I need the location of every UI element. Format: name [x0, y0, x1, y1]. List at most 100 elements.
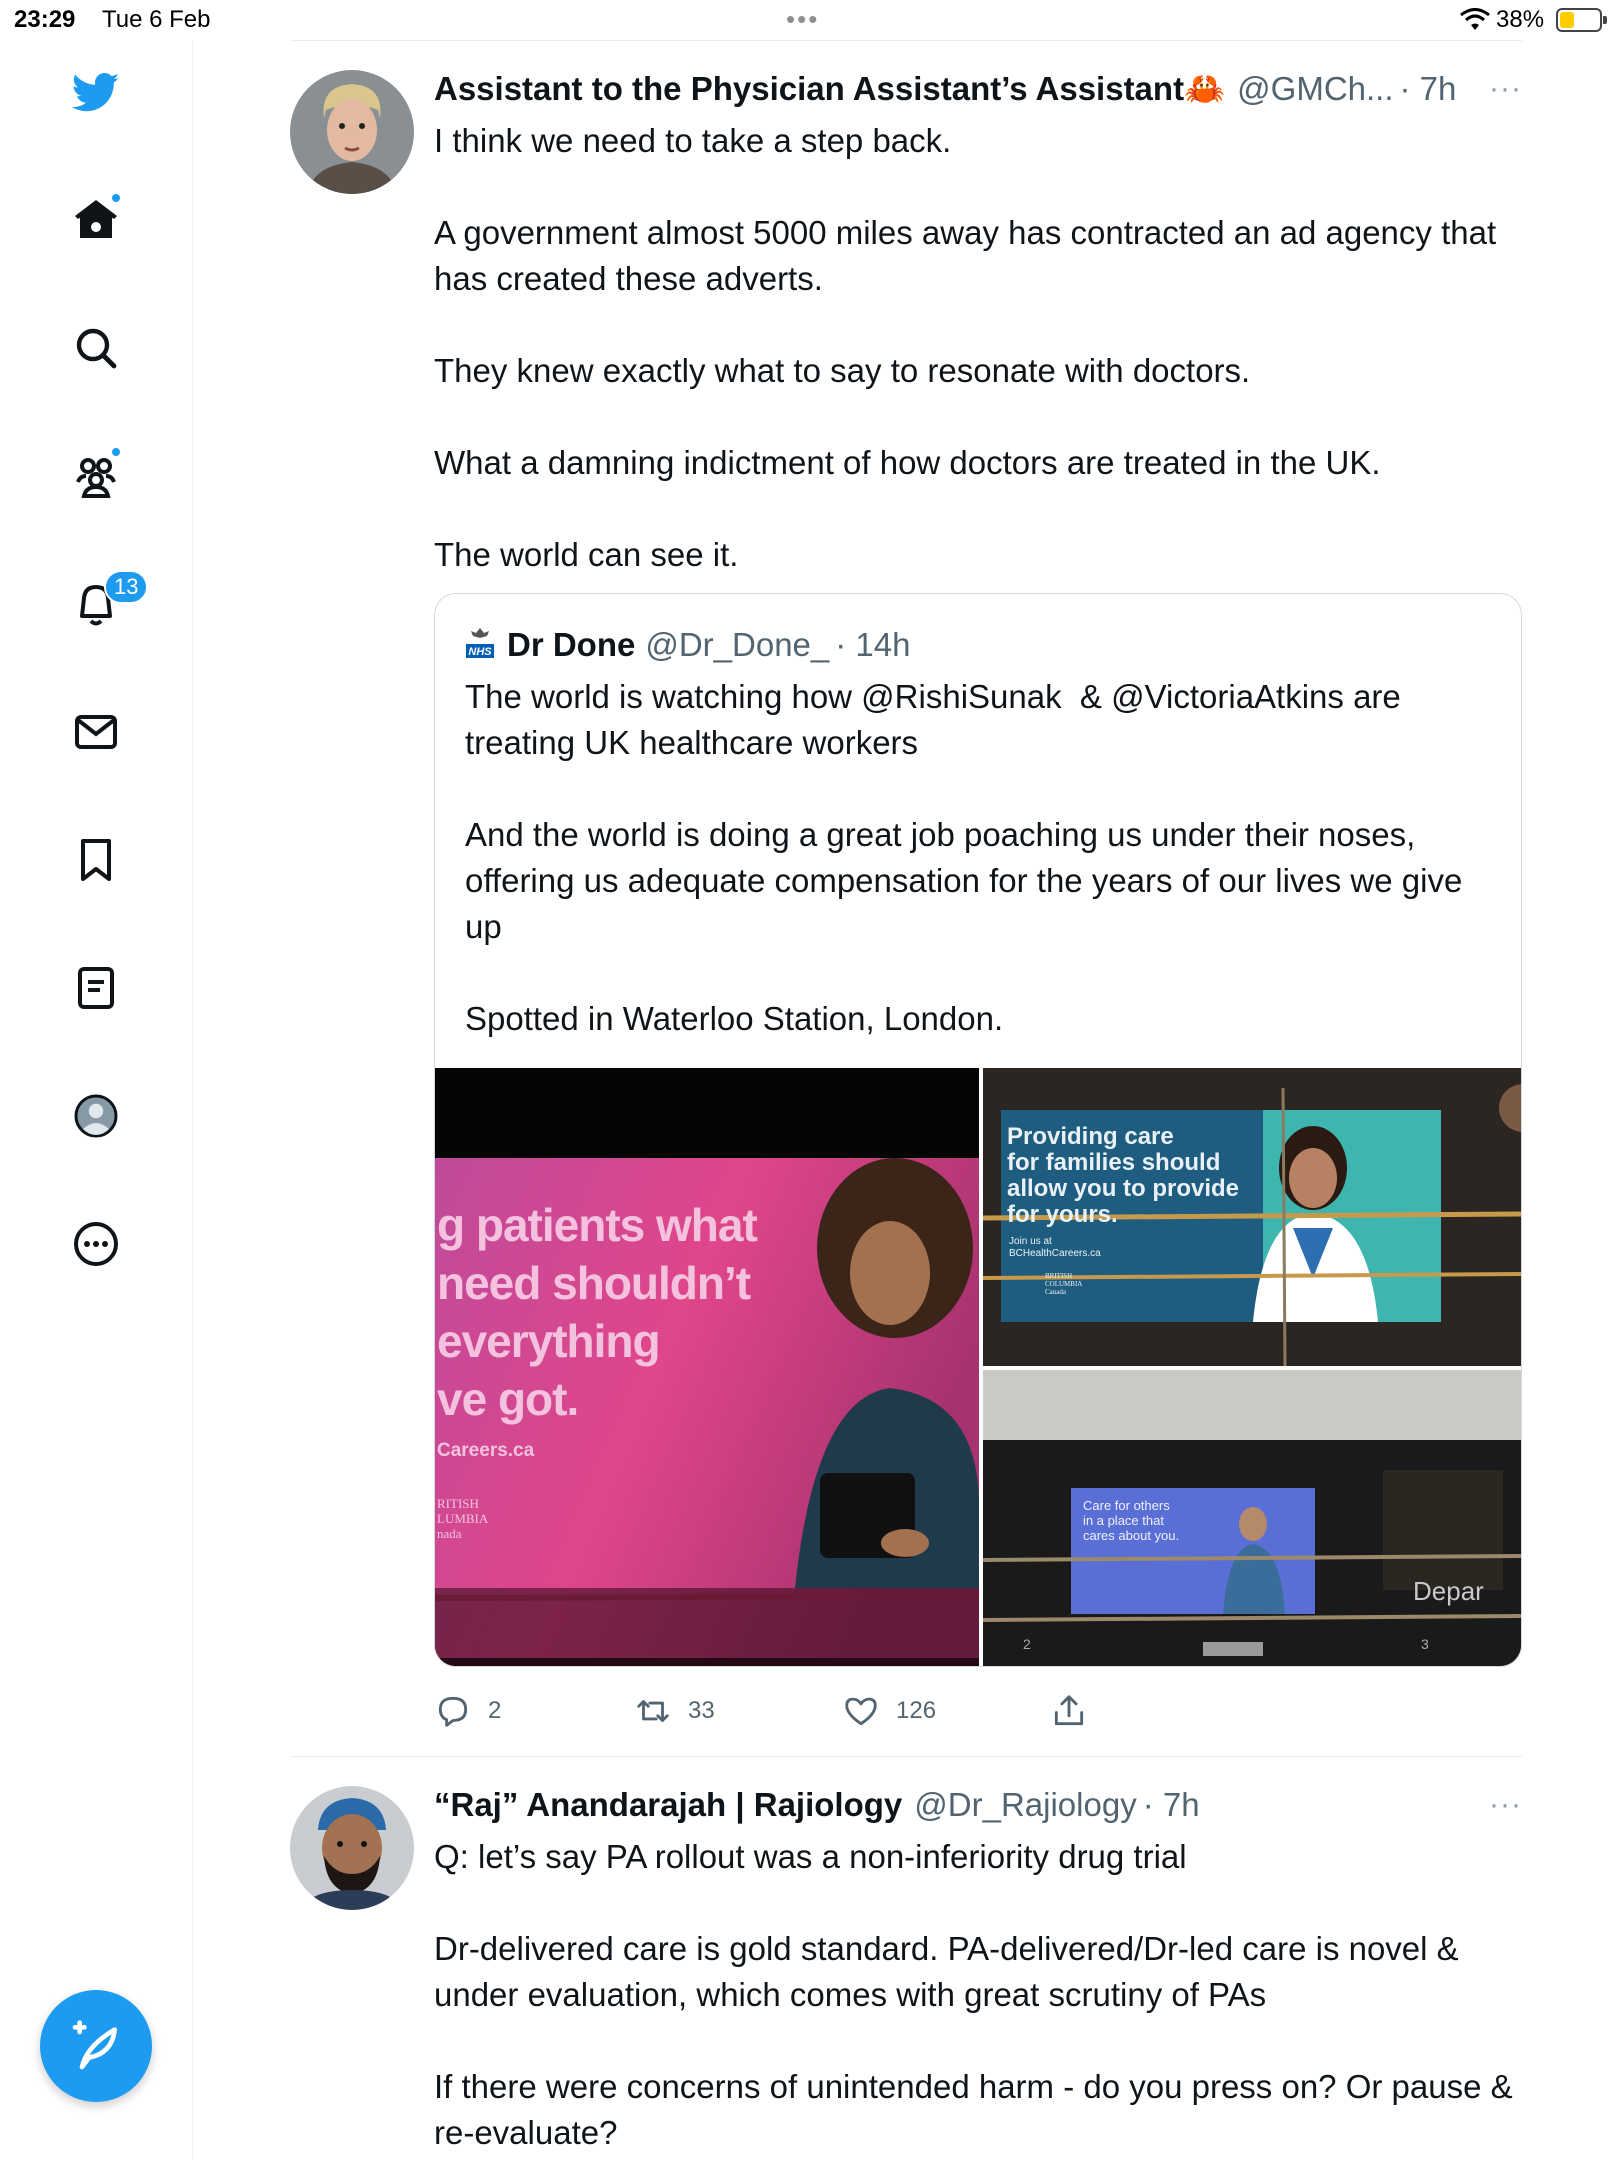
- retweet-icon: [637, 1700, 669, 1722]
- like-button[interactable]: 126: [842, 1692, 936, 1730]
- advert-3-slogan: Care for others in a place that cares ab…: [1083, 1498, 1179, 1543]
- advert-1-line: ve got.: [437, 1373, 579, 1425]
- reply-icon: [438, 1696, 468, 1727]
- compose-feather-icon: [72, 2020, 117, 2070]
- reply-button[interactable]: 2: [434, 1692, 501, 1730]
- tweet-content: Assistant to the Physician Assistant’s A…: [434, 70, 1522, 578]
- advert-2-line: Providing care: [1007, 1123, 1174, 1150]
- nav-bookmarks[interactable]: [64, 828, 128, 892]
- advert-1-logo-line: RITISH: [437, 1496, 479, 1511]
- timestamp[interactable]: · 7h: [1143, 1786, 1200, 1824]
- avatar-image: [290, 70, 414, 194]
- quoted-display-name[interactable]: Dr Done: [507, 626, 635, 664]
- display-name[interactable]: “Raj” Anandarajah | Rajiology: [434, 1786, 902, 1824]
- twitter-bird-icon: [72, 73, 120, 112]
- reply-count: 2: [488, 1697, 502, 1724]
- retweet-button[interactable]: 33: [634, 1692, 715, 1730]
- retweet-count: 33: [688, 1697, 715, 1724]
- timestamp[interactable]: · 7h: [1400, 70, 1457, 108]
- advert-1-line: g patients what: [437, 1199, 758, 1251]
- tweet-actions: 2 33 126: [434, 1688, 1522, 1736]
- advert-1-logo-line: LUMBIA: [437, 1511, 489, 1526]
- tweet[interactable]: “Raj” Anandarajah | Rajiology @Dr_Rajiol…: [290, 1786, 1522, 2160]
- timeline-top-divider: [290, 40, 1522, 41]
- user-handle[interactable]: @GMCh...: [1237, 70, 1393, 108]
- more-options-icon[interactable]: ···: [1489, 72, 1522, 106]
- tweet-header: Assistant to the Physician Assistant’s A…: [434, 70, 1522, 118]
- platform-number: 3: [1421, 1636, 1429, 1652]
- nav-explore[interactable]: [64, 316, 128, 380]
- avatar-image: [290, 1786, 414, 1910]
- wifi-icon: [1460, 8, 1490, 30]
- quoted-timestamp[interactable]: · 14h: [835, 626, 910, 664]
- status-time: 23:29: [14, 6, 76, 33]
- nav-notifications[interactable]: 13: [64, 570, 149, 636]
- communities-notification-dot: [110, 446, 122, 458]
- advert-1-slogan: g patients what need shouldn’t everythin…: [437, 1196, 758, 1428]
- profile-icon: [74, 1094, 118, 1138]
- advert-2-footer-url: BCHealthCareers.ca: [1009, 1248, 1101, 1259]
- share-button[interactable]: [1050, 1692, 1104, 1730]
- advert-1-footer: Careers.ca: [437, 1440, 535, 1461]
- advert-3-line: cares about you.: [1083, 1528, 1180, 1543]
- advert-2-line: for families should: [1007, 1149, 1221, 1176]
- battery-icon: [1556, 8, 1607, 32]
- nav-messages[interactable]: [64, 700, 128, 764]
- more-options-icon[interactable]: ···: [1489, 1788, 1522, 1822]
- media-image-3[interactable]: Care for others in a place that cares ab…: [983, 1370, 1521, 1666]
- nav-lists[interactable]: [64, 956, 128, 1020]
- platform-number: 2: [1023, 1636, 1031, 1652]
- search-icon: [76, 328, 117, 369]
- advert-2-line: for yours.: [1007, 1201, 1118, 1228]
- tweet-header: “Raj” Anandarajah | Rajiology @Dr_Rajiol…: [434, 1786, 1522, 1834]
- station-advert-image: [983, 1370, 1521, 1666]
- advert-2-logo-line: BRITISH: [1045, 1272, 1073, 1280]
- advert-2-slogan: Providing care for families should allow…: [1007, 1124, 1239, 1228]
- communities-icon: [76, 458, 116, 498]
- advert-1-line: everything: [437, 1315, 661, 1367]
- media-image-1[interactable]: g patients what need shouldn’t everythin…: [435, 1068, 979, 1666]
- nav-communities[interactable]: [64, 444, 128, 508]
- advert-3-line: Care for others: [1083, 1498, 1170, 1513]
- display-name[interactable]: Assistant to the Physician Assistant’s A…: [434, 70, 1225, 109]
- compose-tweet-button[interactable]: [40, 1990, 152, 2102]
- advert-2-logo-line: COLUMBIA: [1045, 1280, 1083, 1288]
- quoted-tweet[interactable]: NHS Dr Done @Dr_Done_ · 14h The world is…: [434, 593, 1522, 1667]
- mail-icon: [75, 715, 117, 749]
- tweet[interactable]: Assistant to the Physician Assistant’s A…: [290, 70, 1522, 1750]
- sidebar: 13: [0, 40, 193, 2160]
- advert-2-footer-line: Join us at: [1009, 1236, 1052, 1247]
- quoted-handle[interactable]: @Dr_Done_: [645, 626, 829, 664]
- user-handle[interactable]: @Dr_Rajiology: [914, 1786, 1136, 1824]
- nav-home[interactable]: [64, 188, 128, 252]
- tweet-content: “Raj” Anandarajah | Rajiology @Dr_Rajiol…: [434, 1786, 1522, 2156]
- media-image-2[interactable]: Providing care for families should allow…: [983, 1068, 1521, 1366]
- tweet-text: Q: let’s say PA rollout was a non-inferi…: [434, 1838, 1513, 2151]
- advert-2-line: allow you to provide: [1007, 1175, 1240, 1202]
- nhs-badge-icon: NHS: [466, 628, 494, 658]
- tweet-text: I think we need to take a step back. A g…: [434, 122, 1497, 573]
- advert-2-logo: BRITISH COLUMBIA Canada: [1045, 1272, 1082, 1296]
- status-bar: 23:29 Tue 6 Feb ••• 38%: [0, 0, 1620, 40]
- advert-2-logo-line: Canada: [1045, 1288, 1066, 1296]
- nav-more[interactable]: [64, 1212, 128, 1276]
- share-icon: [1054, 1695, 1084, 1726]
- quoted-tweet-header: NHS Dr Done @Dr_Done_ · 14h: [465, 622, 910, 664]
- avatar[interactable]: [290, 1786, 414, 1910]
- twitter-logo[interactable]: [64, 60, 128, 124]
- advert-1-logo: RITISH LUMBIA nada: [437, 1496, 488, 1541]
- bookmark-icon: [81, 839, 111, 881]
- status-date: Tue 6 Feb: [102, 6, 211, 33]
- battery-percent: 38%: [1496, 6, 1545, 33]
- advert-1-logo-line: nada: [437, 1526, 462, 1541]
- multitasking-dots-icon[interactable]: •••: [786, 4, 819, 35]
- nav-profile[interactable]: [64, 1084, 128, 1148]
- avatar[interactable]: [290, 70, 414, 194]
- advert-2-footer: Join us at BCHealthCareers.ca: [1009, 1236, 1101, 1260]
- advert-1-line: need shouldn’t: [437, 1257, 751, 1309]
- heart-icon: [845, 1697, 877, 1726]
- nhs-badge-text: NHS: [468, 646, 492, 658]
- departures-sign: Depar: [1413, 1576, 1484, 1606]
- home-notification-dot: [110, 192, 122, 204]
- notifications-badge: 13: [104, 570, 149, 604]
